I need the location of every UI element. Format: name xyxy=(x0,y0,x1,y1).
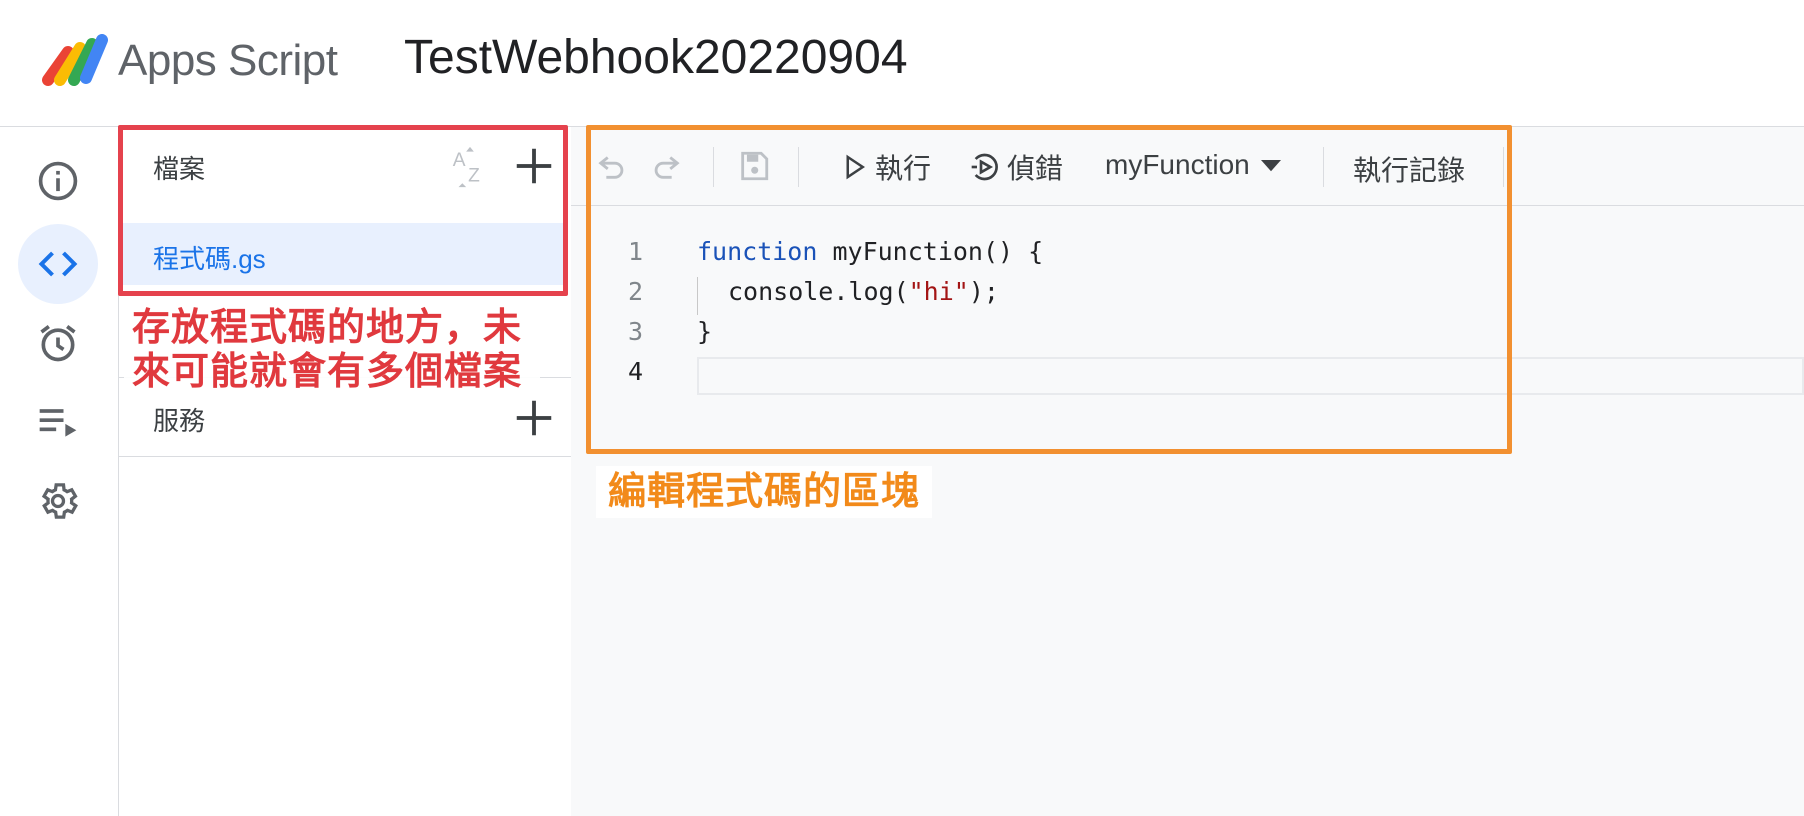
playlist-icon xyxy=(39,409,77,437)
files-highlight-box xyxy=(118,125,568,296)
apps-script-logo[interactable] xyxy=(40,34,108,88)
executions-button[interactable] xyxy=(18,382,98,462)
gear-icon xyxy=(41,483,78,519)
triggers-button[interactable] xyxy=(18,303,98,383)
editor-button[interactable] xyxy=(18,224,98,304)
files-annotation-line: 存放程式碼的地方，未 xyxy=(132,307,523,349)
alarm-icon xyxy=(40,325,76,362)
app-header: Apps Script TestWebhook20220904 xyxy=(0,0,1804,127)
app-name: Apps Script xyxy=(118,36,338,85)
overview-button[interactable] xyxy=(18,141,98,221)
nav-rail xyxy=(0,127,118,816)
divider xyxy=(119,456,571,457)
services-title: 服務 xyxy=(153,406,206,436)
settings-button[interactable] xyxy=(18,461,98,541)
files-annotation: 存放程式碼的地方，未 來可能就會有多個檔案 xyxy=(124,304,540,396)
code-icon xyxy=(38,251,78,277)
editor-highlight-box xyxy=(586,125,1512,454)
files-annotation-line: 來可能就會有多個檔案 xyxy=(132,351,523,393)
info-icon xyxy=(38,161,78,201)
editor-annotation: 編輯程式碼的區塊 xyxy=(596,466,933,518)
add-service-plus-icon[interactable] xyxy=(511,395,557,441)
project-title[interactable]: TestWebhook20220904 xyxy=(404,30,908,85)
